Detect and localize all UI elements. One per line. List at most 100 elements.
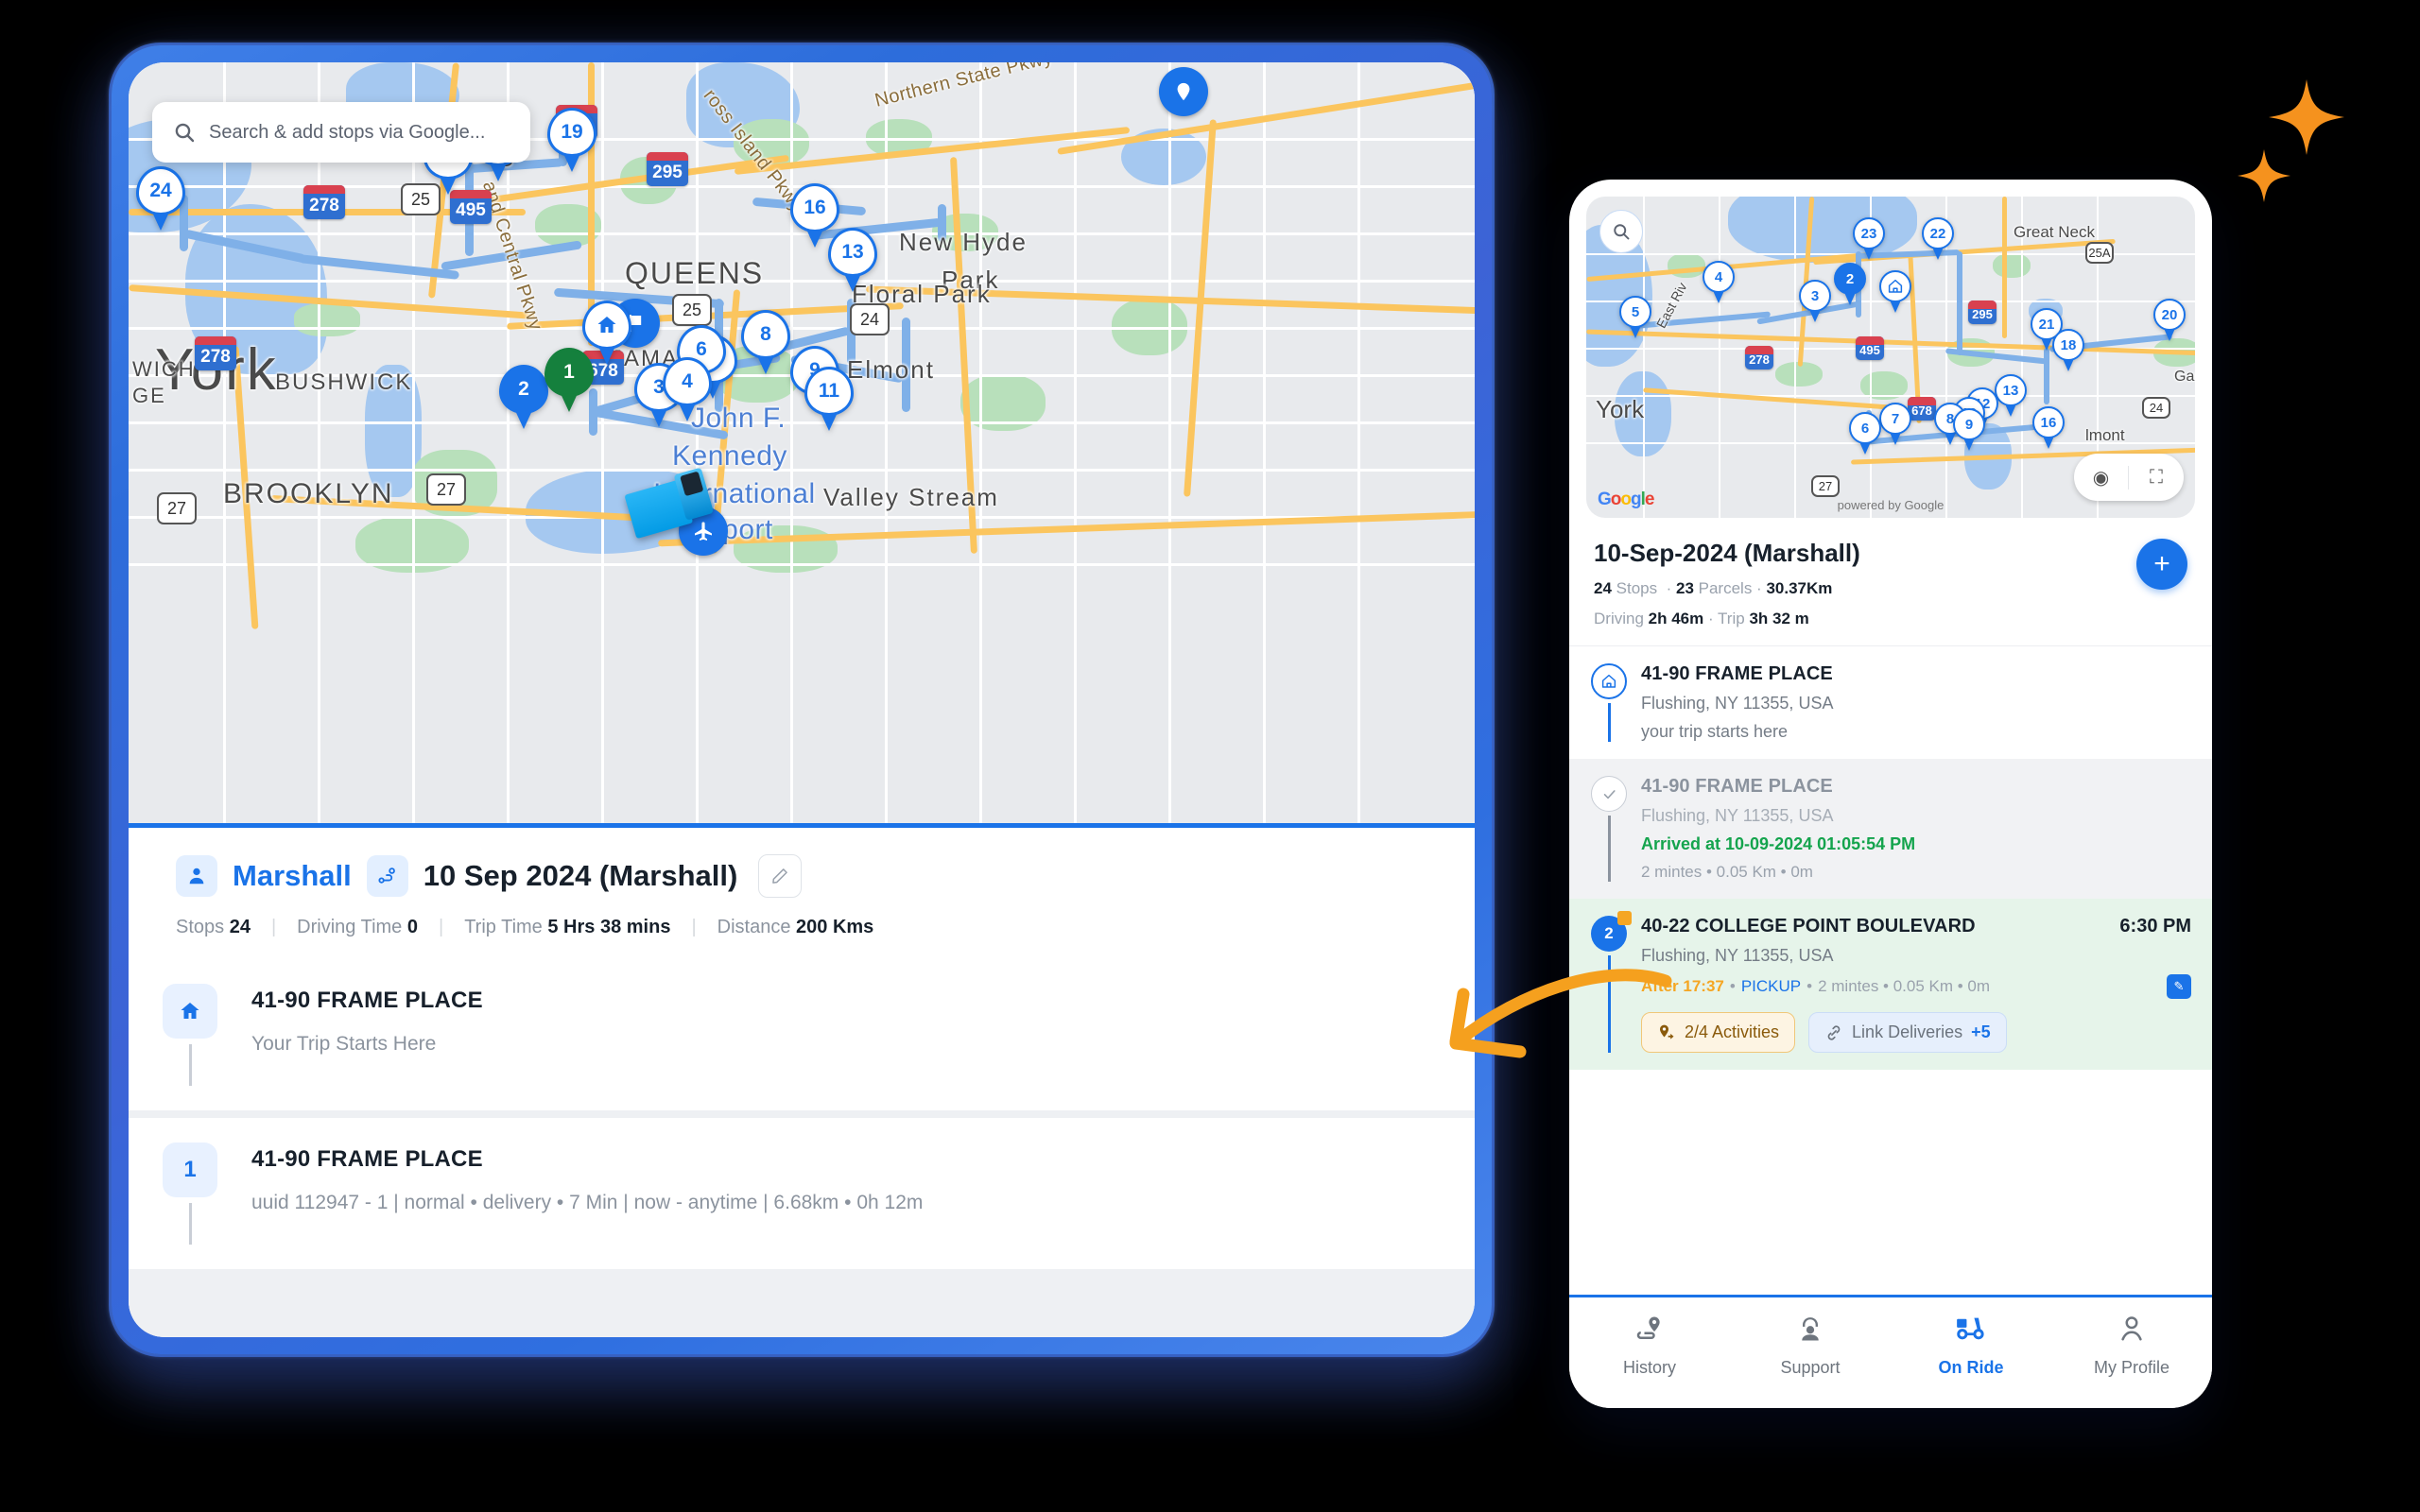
map-pin-stop[interactable]: 19 — [547, 108, 596, 172]
timeline-connector — [1608, 816, 1611, 882]
stop-list-item[interactable]: 41-90 FRAME PLACE Your Trip Starts Here — [129, 959, 1475, 1110]
pin-label: 18 — [2052, 329, 2084, 361]
map-pin-stop[interactable]: 6 — [1849, 412, 1881, 455]
stop-meta: 2 mintes • 0.05 Km • 0m — [1641, 863, 2191, 882]
pin-label: 23 — [1853, 217, 1885, 249]
desktop-window-frame: YorkBROOKLYNBUSHWICKQUEENSJAMAICAElmontV… — [112, 45, 1492, 1354]
add-stop-button[interactable]: + — [2136, 539, 2187, 590]
mobile-trip-counts: 24 Stops · 23 Parcels · 30.37Km — [1594, 579, 2125, 598]
nav-item-my-profile[interactable]: My Profile — [2051, 1314, 2212, 1378]
edit-trip-button[interactable] — [758, 854, 802, 898]
map-label: BROOKLYN — [223, 478, 394, 510]
search-input[interactable] — [209, 122, 510, 144]
mobile-bottom-nav[interactable]: History Support On Ride My Profile — [1569, 1295, 2212, 1408]
map-search-box[interactable] — [152, 102, 530, 163]
map-pin-stop[interactable]: 3 — [1799, 280, 1831, 322]
map-pin-stop[interactable]: 13 — [1995, 374, 2027, 417]
trip-stat-value: 200 Kms — [796, 917, 873, 937]
nav-item-history[interactable]: History — [1569, 1314, 1730, 1378]
stop-title: 41-90 FRAME PLACE — [251, 1146, 1427, 1173]
nav-item-on-ride[interactable]: On Ride — [1891, 1314, 2051, 1378]
mobile-map[interactable]: Great NeckYorklmontGarEast Riv2954952786… — [1586, 197, 2195, 518]
timeline-stop-item[interactable]: 41-90 FRAME PLACE Flushing, NY 11355, US… — [1569, 646, 2212, 759]
timeline-connector — [189, 1044, 192, 1086]
map-pin-stop[interactable]: 22 — [1922, 217, 1954, 260]
pin-label — [582, 301, 631, 350]
map-pin-stop[interactable]: 2 — [499, 365, 548, 429]
search-icon — [173, 121, 196, 144]
map-pin-stop[interactable]: 4 — [663, 357, 712, 421]
divider: | — [271, 917, 297, 938]
trip-stat-label: Driving Time — [297, 917, 402, 937]
map-pin-stop[interactable]: 20 — [2153, 299, 2186, 341]
route-shield-icon: 27 — [1811, 475, 1840, 497]
stop-list[interactable]: 41-90 FRAME PLACE Your Trip Starts Here … — [129, 959, 1475, 1337]
stop-arrived-time: Arrived at 10-09-2024 01:05:54 PM — [1641, 834, 2191, 854]
trip-stat: Driving Time 0 — [297, 917, 439, 938]
expand-icon[interactable]: ⛶ — [2129, 467, 2184, 489]
pin-label: 4 — [663, 357, 712, 406]
trip-stat-label: Trip Time — [464, 917, 543, 937]
nav-item-support[interactable]: Support — [1730, 1314, 1891, 1378]
highway-shield-icon: 495 — [1856, 336, 1884, 360]
pin-icon — [1159, 67, 1208, 116]
stop-address: Flushing, NY 11355, USA — [1641, 806, 2191, 826]
highway-shield-icon: 678 — [1908, 397, 1936, 421]
link-deliveries-button[interactable]: Link Deliveries+5 — [1808, 1012, 2007, 1053]
button-label: 2/4 Activities — [1685, 1022, 1779, 1042]
stop-list-item[interactable]: 1 41-90 FRAME PLACE uuid 112947 - 1 | no… — [129, 1118, 1475, 1269]
map-pin-stop[interactable]: 16 — [2032, 406, 2065, 449]
pin-label: 13 — [1995, 374, 2027, 406]
map-pin-stop[interactable]: 9 — [1953, 408, 1985, 451]
trip-value: 3h 32 m — [1749, 610, 1808, 627]
map-pin-stop[interactable]: 24 — [136, 166, 185, 231]
stop-body: 40-22 COLLEGE POINT BOULEVARD 6:30 PM Fl… — [1632, 916, 2191, 1053]
map-label: York — [1596, 395, 1644, 424]
map-pin-stop[interactable]: 8 — [741, 310, 790, 374]
button-label: Link Deliveries — [1852, 1022, 1962, 1042]
map-pin-stop[interactable]: 2 — [1834, 263, 1866, 305]
map-pin-stop[interactable]: 7 — [1879, 403, 1911, 445]
pin-label: 13 — [828, 228, 877, 277]
trip-stat: Trip Time 5 Hrs 38 mins — [464, 917, 691, 938]
stops-count: 24 — [1594, 579, 1612, 597]
map-pin-stop[interactable]: 1 — [544, 348, 594, 412]
powered-by-google: powered by Google — [1838, 498, 1945, 512]
mobile-map-search-button[interactable] — [1599, 210, 1643, 253]
map-pin-stop[interactable]: 11 — [804, 367, 854, 431]
highway-shield-icon: 495 — [450, 190, 492, 224]
map-pin-stop[interactable]: 18 — [2052, 329, 2084, 371]
pin-label: 5 — [1619, 296, 1651, 328]
map-pin-stop[interactable]: 5 — [1619, 296, 1651, 338]
screenshot-root: YorkBROOKLYNBUSHWICKQUEENSJAMAICAElmontV… — [0, 0, 2420, 1512]
map-pin-home[interactable] — [1879, 270, 1911, 313]
highway-shield-icon: 295 — [647, 152, 688, 186]
mobile-map-controls[interactable]: ◉ ⛶ — [2074, 454, 2184, 501]
stop-body: 41-90 FRAME PLACE Flushing, NY 11355, US… — [1632, 776, 2191, 882]
map-pin-stop[interactable]: 23 — [1853, 217, 1885, 260]
map-label: BUSHWICK — [275, 369, 412, 396]
highway-shield-icon: 278 — [1745, 346, 1773, 369]
map-label: QUEENS — [625, 256, 764, 291]
timeline-stop-item[interactable]: 41-90 FRAME PLACE Flushing, NY 11355, US… — [1569, 759, 2212, 899]
map-pin-stop[interactable]: 13 — [828, 228, 877, 292]
highway-shield-icon: 278 — [303, 185, 345, 219]
driver-name[interactable]: Marshall — [233, 859, 352, 893]
pencil-icon — [770, 867, 789, 885]
locate-icon[interactable]: ◉ — [2074, 466, 2129, 490]
stop-gutter — [129, 984, 251, 1086]
stop-gutter: 1 — [129, 1143, 251, 1245]
map-road-label: Northern State Pkwy — [873, 62, 1055, 112]
google-watermark: Google — [1598, 490, 1653, 510]
map-label: WICH — [132, 357, 196, 382]
trip-stat: Stops 24 — [176, 917, 271, 938]
route-shield-icon: 27 — [157, 492, 197, 524]
driving-value: 2h 46m — [1649, 610, 1704, 627]
pin-label: 7 — [1879, 403, 1911, 435]
profile-icon — [2051, 1314, 2212, 1349]
pin-label: 22 — [1922, 217, 1954, 249]
history-route-icon — [1569, 1314, 1730, 1349]
edit-stop-button[interactable]: ✎ — [2167, 974, 2191, 999]
desktop-map[interactable]: YorkBROOKLYNBUSHWICKQUEENSJAMAICAElmontV… — [129, 62, 1475, 828]
map-pin-stop[interactable]: 4 — [1703, 261, 1735, 303]
